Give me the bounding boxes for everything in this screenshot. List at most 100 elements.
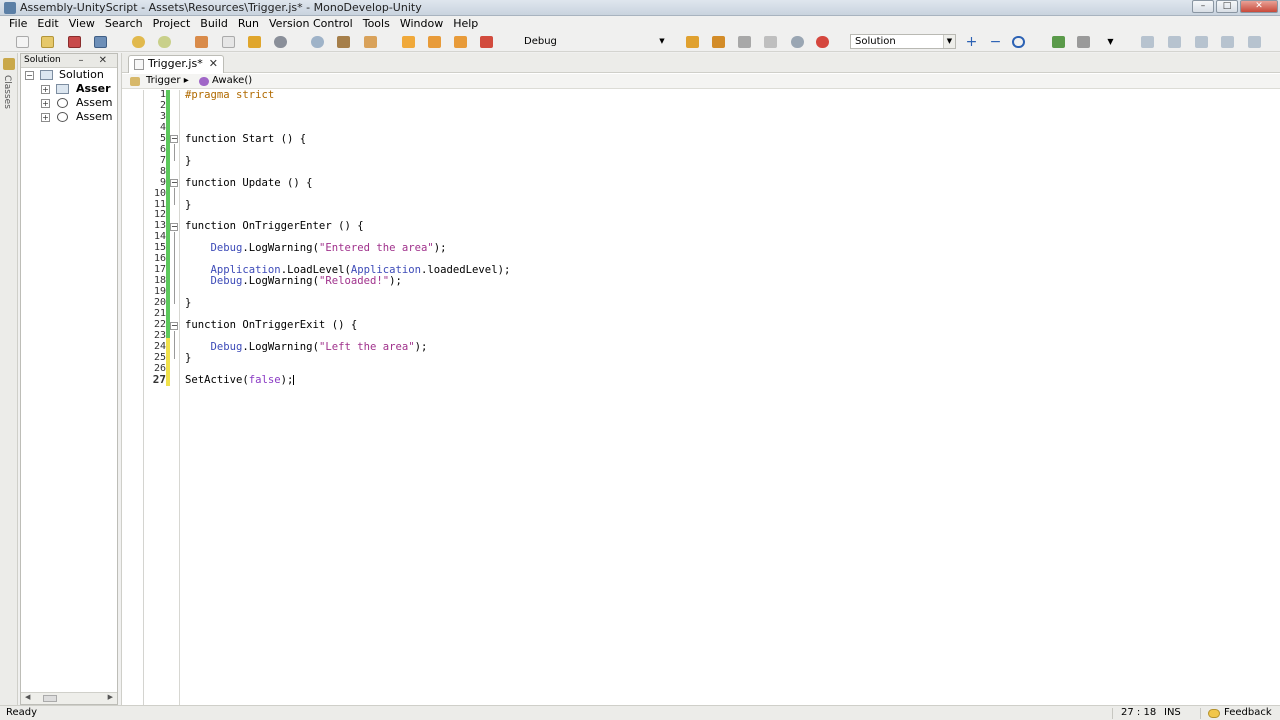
collapse-toggle-icon[interactable]: − — [25, 71, 34, 80]
scrollbar-thumb[interactable] — [43, 695, 57, 702]
bookmark-prev-icon[interactable] — [428, 36, 441, 48]
code-text[interactable]: #pragma strict function Start () { } fun… — [185, 90, 1275, 386]
status-separator — [1200, 708, 1201, 719]
bookmark-next-icon[interactable] — [454, 36, 467, 48]
save-all-icon[interactable] — [94, 36, 107, 48]
assembly-icon — [57, 112, 68, 122]
scroll-right-icon[interactable]: ▶ — [108, 693, 113, 701]
menu-view[interactable]: View — [64, 16, 100, 32]
tree-node-label: Asser — [76, 82, 111, 95]
solution-pad-title: Solution — [24, 55, 61, 65]
scope-select[interactable]: Solution ▼ — [850, 34, 956, 49]
line-number: 27 — [152, 372, 166, 386]
status-text: Ready — [6, 707, 38, 718]
layout-icon[interactable] — [1141, 36, 1154, 48]
dropdown-arrow-icon[interactable]: ▼ — [1104, 36, 1117, 48]
options-icon[interactable] — [1077, 36, 1090, 48]
feedback-button[interactable]: Feedback — [1224, 706, 1272, 720]
sync-icon[interactable] — [1012, 36, 1025, 48]
menu-help[interactable]: Help — [448, 16, 483, 32]
add-icon[interactable]: + — [965, 35, 978, 49]
redo-icon[interactable] — [158, 36, 171, 48]
paste-icon[interactable] — [248, 36, 261, 48]
classes-pad-label[interactable]: Classes — [2, 75, 12, 109]
configuration-select[interactable]: Debug ▼ — [519, 34, 669, 49]
menu-project[interactable]: Project — [148, 16, 196, 32]
line-number: 8 — [159, 165, 166, 177]
menu-run[interactable]: Run — [233, 16, 264, 32]
refresh-icon[interactable] — [1052, 36, 1065, 48]
replace-icon[interactable] — [364, 36, 377, 48]
minimize-button[interactable]: – — [1192, 0, 1214, 13]
maximize-button[interactable]: □ — [1216, 0, 1238, 13]
split-icon[interactable] — [1168, 36, 1181, 48]
close-tab-icon[interactable]: ✕ — [209, 56, 218, 72]
breadcrumb-member[interactable]: Awake() — [212, 74, 252, 88]
find-icon[interactable] — [311, 36, 324, 48]
tree-node-project[interactable]: + Assem — [21, 110, 117, 124]
delete-icon[interactable] — [274, 36, 287, 48]
copy-icon[interactable] — [222, 36, 235, 48]
menu-version-control[interactable]: Version Control — [264, 16, 358, 32]
expand-toggle-icon[interactable]: + — [41, 113, 50, 122]
build-all-icon[interactable] — [712, 36, 725, 48]
close-button[interactable]: ✕ — [1240, 0, 1278, 13]
fold-toggle-icon[interactable]: − — [170, 179, 178, 187]
feedback-icon[interactable] — [1208, 709, 1220, 718]
bookmark-toggle-icon[interactable] — [402, 36, 415, 48]
fold-toggle-icon[interactable]: − — [170, 322, 178, 330]
icon-margin[interactable] — [122, 90, 144, 705]
fold-toggle-icon[interactable]: − — [170, 223, 178, 231]
open-folder-icon[interactable] — [41, 36, 54, 48]
code-line: function OnTriggerExit () { — [185, 319, 358, 332]
breadcrumb-class[interactable]: Trigger ▸ — [146, 74, 189, 88]
tile-icon[interactable] — [1221, 36, 1234, 48]
debug-icon[interactable] — [791, 36, 804, 48]
menu-file[interactable]: File — [4, 16, 32, 32]
expand-toggle-icon[interactable]: + — [41, 99, 50, 108]
stop-icon[interactable] — [816, 36, 829, 48]
menu-search[interactable]: Search — [100, 16, 148, 32]
status-bar: Ready 27 : 18 INS Feedback — [0, 705, 1280, 720]
tab-trigger-js[interactable]: Trigger.js* ✕ — [128, 55, 224, 73]
code-line: } — [185, 297, 192, 310]
fold-toggle-icon[interactable]: − — [170, 135, 178, 143]
menu-build[interactable]: Build — [195, 16, 233, 32]
line-number-gutter: 1 2 3 4 5 6 7 8 9 10 11 12 13 14 15 16 17 18 19 20 21 22 23 24 2… — [144, 89, 166, 705]
tree-node-project[interactable]: + Assem — [21, 96, 117, 110]
tree-node-solution[interactable]: − Solution — [21, 68, 117, 82]
fold-line — [174, 144, 175, 161]
tree-node-label: Assem — [76, 110, 113, 123]
menu-edit[interactable]: Edit — [32, 16, 63, 32]
expand-toggle-icon[interactable]: + — [41, 85, 50, 94]
tree-node-label: Assem — [76, 96, 113, 109]
undo-icon[interactable] — [132, 36, 145, 48]
find-in-files-icon[interactable] — [337, 36, 350, 48]
scroll-left-icon[interactable]: ◀ — [25, 693, 30, 701]
menu-window[interactable]: Window — [395, 16, 448, 32]
new-file-icon[interactable] — [16, 36, 29, 48]
menu-tools[interactable]: Tools — [358, 16, 395, 32]
classes-pad-icon[interactable] — [3, 58, 15, 70]
horizontal-scrollbar[interactable]: ◀ ▶ — [21, 692, 117, 704]
fullscreen-icon[interactable] — [1248, 36, 1261, 48]
breadcrumb-separator: ▸ — [183, 75, 189, 86]
folding-margin: − − − − — [170, 90, 180, 705]
panel-icon[interactable] — [1195, 36, 1208, 48]
solution-pad-header: Solution – ✕ — [21, 54, 117, 68]
fold-line — [174, 331, 175, 359]
assembly-icon — [57, 98, 68, 108]
build-icon[interactable] — [686, 36, 699, 48]
bookmark-clear-icon[interactable] — [480, 36, 493, 48]
remove-icon[interactable]: − — [989, 35, 1002, 49]
run-icon[interactable] — [764, 36, 777, 48]
code-editor[interactable]: 1 2 3 4 5 6 7 8 9 10 11 12 13 14 15 16 17 18 19 20 21 22 23 24 2… — [122, 89, 1280, 705]
tree-node-project[interactable]: + Asser — [21, 82, 117, 96]
insert-mode: INS — [1164, 707, 1181, 718]
cut-icon[interactable] — [195, 36, 208, 48]
save-icon[interactable] — [68, 36, 81, 48]
clean-icon[interactable] — [738, 36, 751, 48]
pad-window-buttons[interactable]: – ✕ — [78, 54, 113, 67]
